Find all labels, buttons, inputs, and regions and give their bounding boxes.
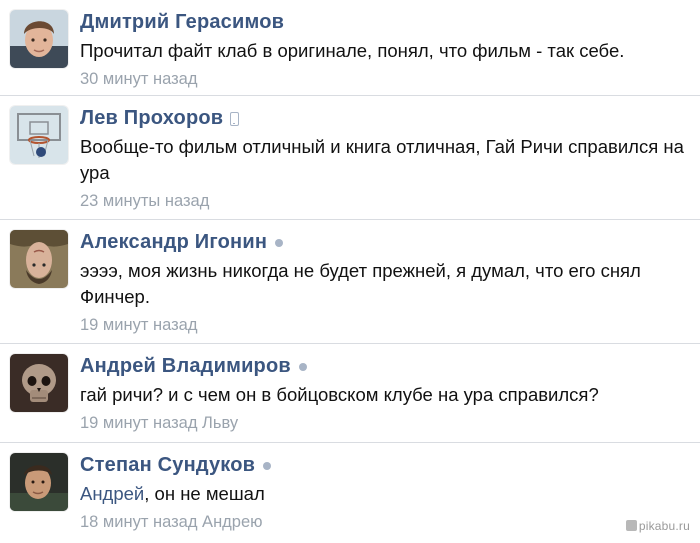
comment-timestamp[interactable]: 18 минут назад Андрею [80,513,690,532]
basketball-hoop-photo-icon [10,106,68,164]
watermark-text: pikabu.ru [638,519,690,533]
author-name-link[interactable]: Лев Прохоров [80,107,223,130]
mobile-phone-icon [230,112,240,126]
comment-text: ээээ, моя жизнь никогда не будет прежней… [80,260,641,307]
comment-body: Дмитрий Герасимов Прочитал файт клаб в о… [80,9,690,89]
upside-down-face-photo-icon [10,230,68,288]
comment-text: Прочитал файт клаб в оригинале, понял, ч… [80,40,625,61]
avatar[interactable] [10,354,68,412]
comment-item: Дмитрий Герасимов Прочитал файт клаб в о… [0,0,700,96]
author-name-link[interactable]: Андрей Владимиров [80,355,291,378]
avatar[interactable] [10,106,68,164]
reply-to-link[interactable]: Андрей [80,483,144,504]
comment-text-rest: , он не мешал [144,483,265,504]
skull-photo-icon [10,354,68,412]
comment-text: Вообще-то фильм отличный и книга отлична… [80,136,684,183]
comment-body: Александр Игонин ээээ, моя жизнь никогда… [80,229,690,335]
avatar[interactable] [10,10,68,68]
author-name-link[interactable]: Степан Сундуков [80,454,255,477]
pikabu-logo-icon [625,520,637,531]
online-status-icon [263,462,272,470]
author-row: Александр Игонин [80,229,690,255]
online-status-icon [275,239,284,247]
comment-timestamp[interactable]: 23 минуты назад [80,192,690,211]
comment-timestamp[interactable]: 19 минут назад Льву [80,414,690,433]
man-portrait-photo-icon [10,453,68,511]
watermark: pikabu.ru [625,519,690,533]
comment-item: Александр Игонин ээээ, моя жизнь никогда… [0,220,700,344]
author-row: Лев Прохоров [80,105,690,131]
avatar[interactable] [10,453,68,511]
author-row: Дмитрий Герасимов [80,9,690,35]
young-man-photo-icon [10,10,68,68]
author-name-link[interactable]: Александр Игонин [80,231,267,254]
author-row: Степан Сундуков [80,452,690,478]
comment-body: Степан Сундуков Андрей, он не мешал 18 м… [80,452,690,532]
comment-item: Андрей Владимиров гай ричи? и с чем он в… [0,344,700,443]
comment-item: Степан Сундуков Андрей, он не мешал 18 м… [0,443,700,543]
avatar[interactable] [10,230,68,288]
author-name-link[interactable]: Дмитрий Герасимов [80,11,284,34]
comment-timestamp[interactable]: 30 минут назад [80,70,690,89]
comment-item: Лев Прохоров Вообще-то фильм отличный и … [0,96,700,220]
online-status-icon [298,363,307,371]
comment-text: гай ричи? и с чем он в бойцовском клубе … [80,384,599,405]
author-row: Андрей Владимиров [80,353,690,379]
comment-timestamp[interactable]: 19 минут назад [80,316,690,335]
comment-text: Андрей, он не мешал [80,481,690,507]
comments-feed: Дмитрий Герасимов Прочитал файт клаб в о… [0,0,700,543]
comment-body: Лев Прохоров Вообще-то фильм отличный и … [80,105,690,211]
comment-body: Андрей Владимиров гай ричи? и с чем он в… [80,353,690,433]
